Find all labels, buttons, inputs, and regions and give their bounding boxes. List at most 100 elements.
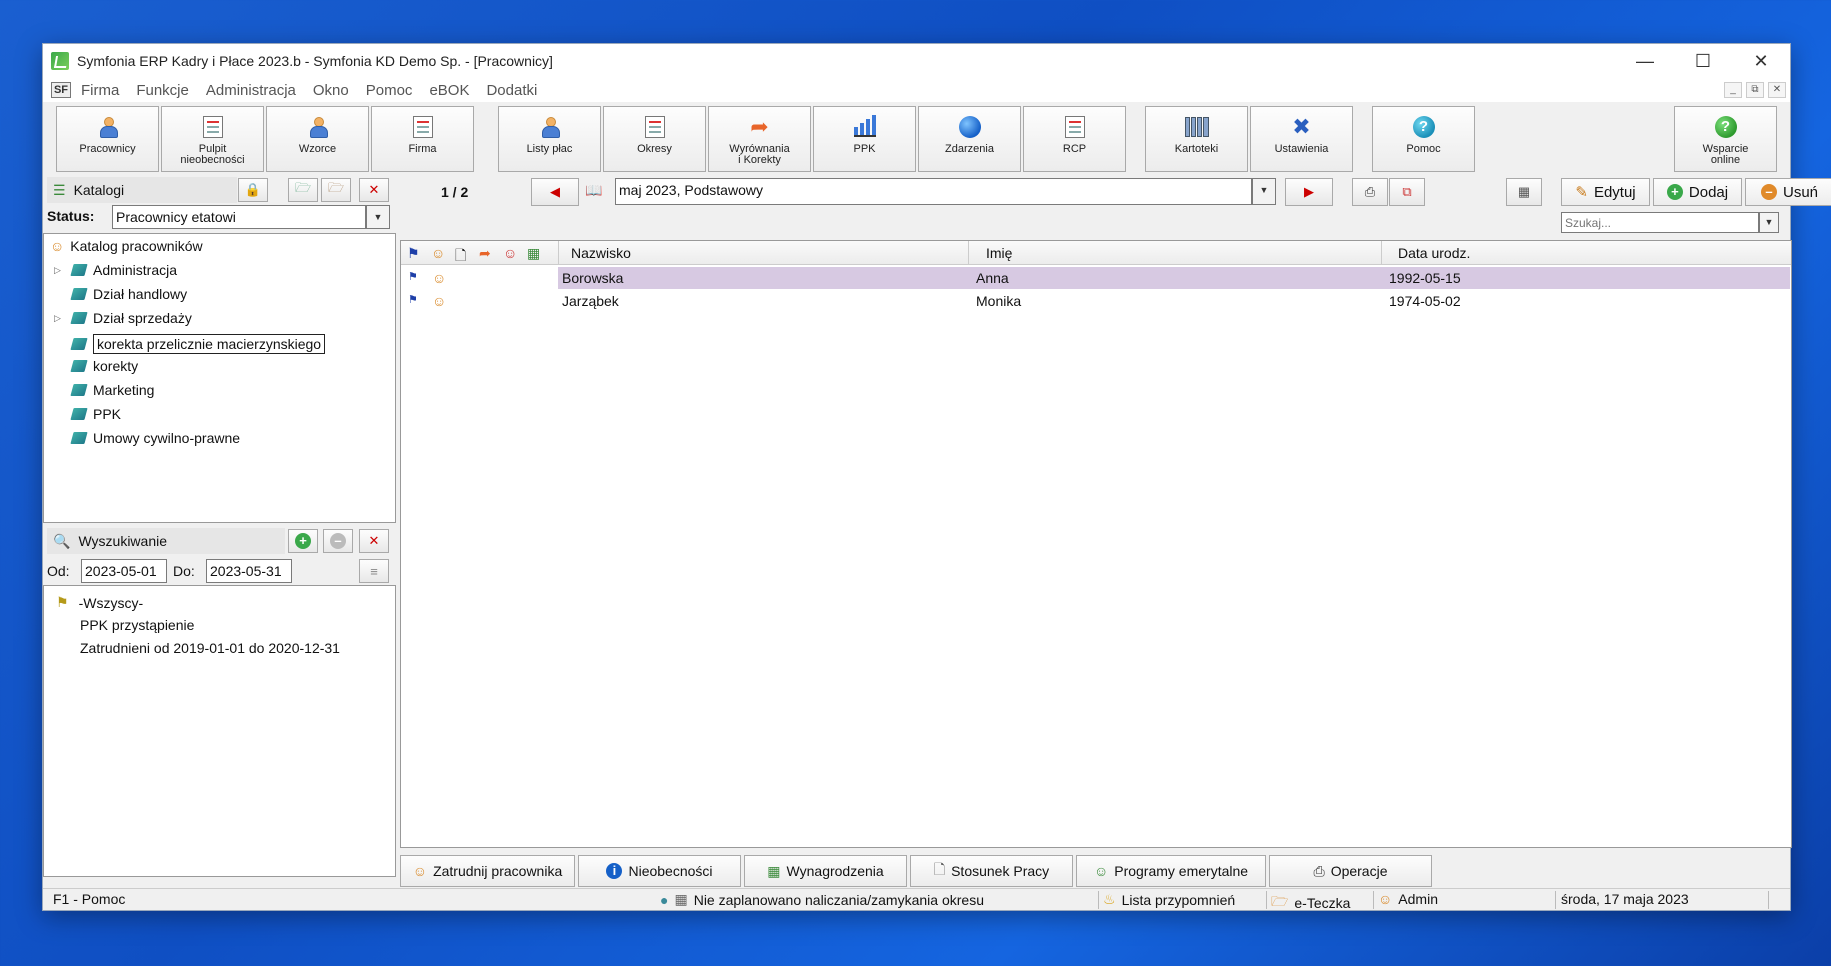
- tree-item-label: Marketing: [93, 382, 155, 398]
- minimize-button[interactable]: —: [1616, 44, 1674, 78]
- system-menu-icon[interactable]: SF: [51, 82, 71, 98]
- tree-item-umowy[interactable]: Umowy cywilno-prawne: [70, 430, 240, 446]
- status-bar: F1 - Pomoc ● ▦ Nie zaplanowano naliczani…: [43, 888, 1790, 911]
- search-dropdown-button[interactable]: ▼: [1759, 212, 1779, 233]
- close-button[interactable]: ✕: [1732, 44, 1790, 78]
- columns-button[interactable]: ▦: [1506, 178, 1542, 206]
- tree-item-marketing[interactable]: Marketing: [70, 382, 155, 398]
- filter-item-ppk[interactable]: PPK przystąpienie: [80, 617, 194, 633]
- delete-catalog-button[interactable]: ✕: [359, 178, 389, 202]
- pulpit-nieobecnosci-button[interactable]: Pulpit nieobecności: [161, 106, 264, 172]
- pencil-icon: ✎: [1575, 184, 1588, 201]
- tools-icon: ✖: [1292, 114, 1311, 139]
- filter-item-zatrudnieni[interactable]: Zatrudnieni od 2019-01-01 do 2020-12-31: [80, 640, 340, 656]
- menu-firma[interactable]: Firma: [81, 82, 119, 99]
- export-button[interactable]: ⧉: [1389, 178, 1425, 206]
- status-dot-icon: ●: [660, 891, 669, 908]
- tree-root[interactable]: ☺ Katalog pracowników: [50, 238, 203, 254]
- print-button[interactable]: ⎙: [1352, 178, 1388, 206]
- wsparcie-online-button[interactable]: ? Wsparcie online: [1674, 106, 1777, 172]
- apply-dates-button[interactable]: ≡: [359, 559, 389, 583]
- document-column-icon[interactable]: 🗋: [455, 245, 466, 269]
- tree-item-dzial-sprzedazy[interactable]: Dział sprzedaży: [70, 310, 192, 326]
- next-period-button[interactable]: ▶: [1285, 178, 1333, 206]
- status-select[interactable]: Pracownicy etatowi: [112, 205, 366, 229]
- table-row[interactable]: ⚑ ☺ Borowska Anna 1992-05-15: [402, 267, 1790, 289]
- lock-button[interactable]: 🔒: [238, 178, 268, 202]
- listy-plac-button[interactable]: Listy płac: [498, 106, 601, 172]
- okresy-button[interactable]: Okresy: [603, 106, 706, 172]
- delete-button[interactable]: – Usuń: [1745, 178, 1831, 206]
- table-row[interactable]: ⚑ ☺ Jarząbek Monika 1974-05-02: [402, 290, 1790, 312]
- mdi-minimize-button[interactable]: _: [1724, 82, 1742, 98]
- chevron-down-icon: ▼: [1764, 217, 1774, 227]
- tree-item-dzial-handlowy[interactable]: Dział handlowy: [70, 286, 187, 302]
- close-search-button[interactable]: ✕: [359, 529, 389, 553]
- search-input[interactable]: [1561, 212, 1759, 233]
- arrow-column-icon[interactable]: ➦: [479, 245, 491, 262]
- menu-pomoc[interactable]: Pomoc: [366, 82, 413, 99]
- maximize-button[interactable]: ☐: [1674, 44, 1732, 78]
- wzorce-button[interactable]: Wzorce: [266, 106, 369, 172]
- book-icon: [70, 264, 88, 276]
- ustawienia-button[interactable]: ✖ Ustawienia: [1250, 106, 1353, 172]
- add-button[interactable]: + Dodaj: [1653, 178, 1742, 206]
- menu-bar: SF Firma Funkcje Administracja Okno Pomo…: [43, 78, 1790, 102]
- menu-dodatki[interactable]: Dodatki: [486, 82, 537, 99]
- menu-administracja[interactable]: Administracja: [206, 82, 296, 99]
- pracownicy-button[interactable]: Pracownicy: [56, 106, 159, 172]
- zdarzenia-button[interactable]: Zdarzenia: [918, 106, 1021, 172]
- add-filter-button[interactable]: +: [288, 529, 318, 553]
- flag-column-icon[interactable]: ⚑: [407, 245, 420, 262]
- tab-stosunek-pracy[interactable]: 🗋 Stosunek Pracy: [910, 855, 1073, 887]
- prev-period-button[interactable]: ◀: [531, 178, 579, 206]
- tab-wynagrodzenia[interactable]: ▦ Wynagrodzenia: [744, 855, 907, 887]
- menu-funkcje[interactable]: Funkcje: [136, 82, 189, 99]
- add-folder-button[interactable]: 🗁: [288, 178, 318, 202]
- remove-filter-button[interactable]: –: [323, 529, 353, 553]
- tree-item-label: korekta przelicznie macierzynskiego: [93, 334, 326, 354]
- grid-icon: ▦: [1517, 184, 1531, 199]
- edit-folder-button[interactable]: 🗁: [321, 178, 351, 202]
- tree-item-korekty[interactable]: korekty: [70, 358, 138, 374]
- pomoc-button[interactable]: ? Pomoc: [1372, 106, 1475, 172]
- tab-operacje[interactable]: ⎙ Operacje: [1269, 855, 1432, 887]
- alert-column-icon[interactable]: ☺: [503, 245, 517, 261]
- period-select[interactable]: maj 2023, Podstawowy: [615, 178, 1252, 205]
- eteczka-button[interactable]: 🗁 e-Teczka: [1271, 891, 1350, 915]
- mdi-restore-button[interactable]: ⧉: [1746, 82, 1764, 98]
- date-to-field[interactable]: 2023-05-31: [206, 559, 292, 583]
- firma-button[interactable]: Firma: [371, 106, 474, 172]
- tab-nieobecnosci[interactable]: i Nieobecności: [578, 855, 741, 887]
- kartoteki-button[interactable]: Kartoteki: [1145, 106, 1248, 172]
- cell-data: 1974-05-02: [1389, 293, 1461, 309]
- ppk-button[interactable]: PPK: [813, 106, 916, 172]
- rcp-button[interactable]: RCP: [1023, 106, 1126, 172]
- app-logo-icon: [51, 52, 69, 70]
- tab-zatrudnij[interactable]: ☺ Zatrudnij pracownika: [400, 855, 575, 887]
- expand-icon[interactable]: ▷: [54, 313, 61, 324]
- filter-item-wszyscy[interactable]: ⚑ -Wszyscy-: [56, 594, 143, 611]
- status-dropdown-button[interactable]: ▼: [366, 205, 390, 229]
- wyrownania-button[interactable]: ➦ Wyrównania i Korekty: [708, 106, 811, 172]
- expand-icon[interactable]: ▷: [54, 265, 61, 276]
- period-dropdown-button[interactable]: ▼: [1252, 178, 1276, 205]
- person-column-icon[interactable]: ☺: [431, 245, 445, 261]
- edit-button[interactable]: ✎ Edytuj: [1561, 178, 1650, 206]
- filter-item-label: -Wszyscy-: [78, 594, 144, 611]
- mdi-close-button[interactable]: ✕: [1768, 82, 1786, 98]
- menu-okno[interactable]: Okno: [313, 82, 349, 99]
- menu-ebok[interactable]: eBOK: [429, 82, 469, 99]
- date-from-field[interactable]: 2023-05-01: [81, 559, 167, 583]
- column-nazwisko[interactable]: Nazwisko: [571, 245, 631, 261]
- column-data-urodz[interactable]: Data urodz.: [1398, 245, 1470, 261]
- tree-item-ppk[interactable]: PPK: [70, 406, 121, 422]
- tab-programy-emerytalne[interactable]: ☺ Programy emerytalne: [1076, 855, 1266, 887]
- money-column-icon[interactable]: ▦: [527, 245, 540, 262]
- tree-item-administracja[interactable]: Administracja: [70, 262, 177, 278]
- reminders-button[interactable]: ♨ Lista przypomnień: [1103, 891, 1235, 908]
- tree-item-korekta-macierzynskiego[interactable]: korekta przelicznie macierzynskiego: [70, 334, 326, 354]
- reminders-label: Lista przypomnień: [1121, 891, 1236, 908]
- people-icon: ☺: [50, 238, 65, 254]
- column-imie[interactable]: Imię: [986, 245, 1012, 261]
